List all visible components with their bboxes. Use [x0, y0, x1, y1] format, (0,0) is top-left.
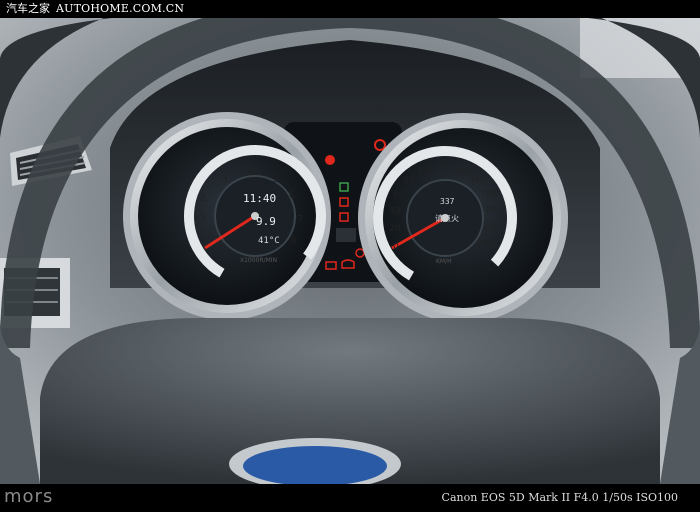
- site-name: 汽车之家: [6, 2, 50, 15]
- dashboard-photo: [0, 18, 700, 484]
- center-display: [336, 228, 356, 242]
- camera-info: Canon EOS 5D Mark II F4.0 1/50s ISO100: [441, 491, 678, 504]
- seatbelt-warning-icon: [325, 155, 335, 165]
- watermark-bar: 汽车之家 AUTOHOME.COM.CN: [0, 0, 700, 18]
- site-url: AUTOHOME.COM.CN: [56, 2, 185, 15]
- caption-bar: mors Canon EOS 5D Mark II F4.0 1/50s ISO…: [0, 484, 700, 512]
- author-signature: mors: [4, 486, 54, 507]
